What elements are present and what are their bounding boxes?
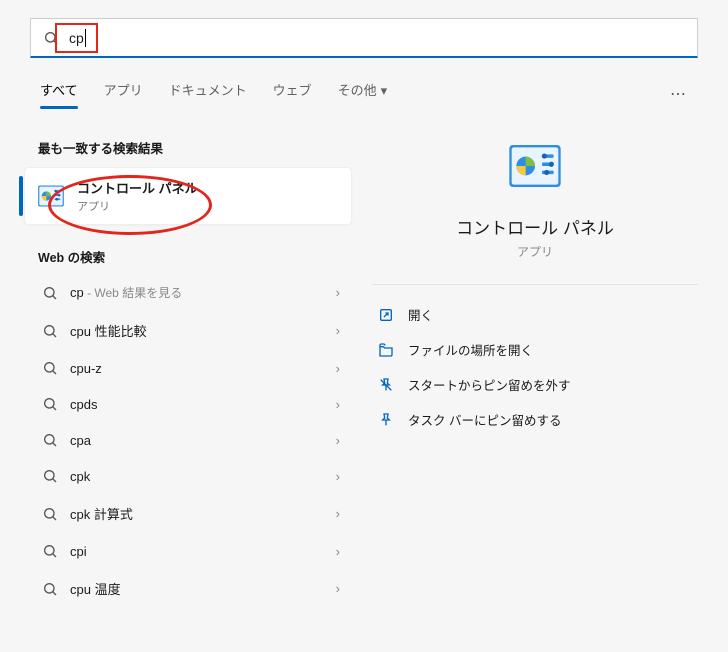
search-icon [42, 581, 58, 597]
chevron-down-icon: ▾ [381, 83, 388, 98]
control-panel-icon [507, 138, 563, 194]
folder-icon [378, 342, 394, 358]
best-match-subtitle: アプリ [77, 198, 198, 214]
chevron-right-icon: › [336, 397, 340, 412]
more-options-button[interactable]: ⋯ [670, 84, 690, 104]
search-icon [42, 285, 58, 301]
search-icon [42, 396, 58, 412]
best-match-item[interactable]: コントロール パネル アプリ [24, 167, 352, 225]
best-match-title: コントロール パネル [77, 178, 198, 197]
suggestion-text: cp - Web 結果を見る [70, 284, 324, 301]
action-open[interactable]: 開く [372, 297, 698, 332]
filter-tabs: すべて アプリ ドキュメント ウェブ その他▾ ⋯ [0, 68, 728, 112]
chevron-right-icon: › [336, 285, 340, 300]
action-open-file-location[interactable]: ファイルの場所を開く [372, 332, 698, 367]
best-match-header: 最も一致する検索結果 [30, 130, 352, 167]
web-suggestions-list: cp - Web 結果を見る › cpu 性能比較 › cpu-z › cpds… [30, 274, 352, 608]
preview-subtitle: アプリ [372, 243, 698, 260]
tab-apps[interactable]: アプリ [102, 76, 145, 111]
pin-icon [378, 412, 394, 428]
suggestion-text: cpa [70, 433, 324, 448]
search-icon [42, 468, 58, 484]
chevron-right-icon: › [336, 581, 340, 596]
action-open-location-label: ファイルの場所を開く [408, 340, 533, 359]
chevron-right-icon: › [336, 361, 340, 376]
tab-all[interactable]: すべて [38, 76, 80, 111]
open-icon [378, 307, 394, 323]
search-icon [42, 543, 58, 559]
annotation-red-box [55, 23, 98, 53]
suggestion-text: cpk 計算式 [70, 504, 324, 523]
preview-icon [501, 132, 569, 200]
suggestion-text: cpu 性能比較 [70, 321, 324, 340]
action-unpin-start-label: スタートからピン留めを外す [408, 375, 571, 394]
search-icon [42, 432, 58, 448]
chevron-right-icon: › [336, 469, 340, 484]
results-body: 最も一致する検索結果 コントロール パネル [0, 112, 728, 608]
suggestion-text: cpu-z [70, 361, 324, 376]
suggestion-text: cpk [70, 469, 324, 484]
results-left-column: 最も一致する検索結果 コントロール パネル [0, 130, 352, 608]
web-suggestion-2[interactable]: cpu-z › [30, 350, 352, 386]
chevron-right-icon: › [336, 323, 340, 338]
tab-web[interactable]: ウェブ [271, 76, 314, 111]
preview-content: コントロール パネル アプリ 開く ファイルの場所を開く スタートからピン留めを… [372, 130, 698, 437]
preview-title: コントロール パネル [372, 214, 698, 239]
tab-documents[interactable]: ドキュメント [167, 76, 249, 111]
search-input[interactable]: cp [30, 18, 698, 58]
web-suggestion-8[interactable]: cpu 温度 › [30, 569, 352, 608]
preview-pane: コントロール パネル アプリ 開く ファイルの場所を開く スタートからピン留めを… [352, 130, 728, 608]
selection-accent [19, 176, 23, 216]
web-search-header: Web の検索 [30, 233, 352, 274]
search-icon [42, 506, 58, 522]
action-pin-taskbar-label: タスク バーにピン留めする [408, 410, 561, 429]
chevron-right-icon: › [336, 506, 340, 521]
search-icon [42, 360, 58, 376]
suggestion-text: cpu 温度 [70, 579, 324, 598]
web-suggestion-0[interactable]: cp - Web 結果を見る › [30, 274, 352, 311]
search-bar-container: cp [0, 0, 728, 68]
divider [372, 284, 698, 285]
action-unpin-from-start[interactable]: スタートからピン留めを外す [372, 367, 698, 402]
chevron-right-icon: › [336, 433, 340, 448]
best-match-text: コントロール パネル アプリ [77, 178, 198, 214]
web-suggestion-6[interactable]: cpk 計算式 › [30, 494, 352, 533]
action-pin-to-taskbar[interactable]: タスク バーにピン留めする [372, 402, 698, 437]
unpin-icon [378, 377, 394, 393]
action-open-label: 開く [408, 305, 433, 324]
web-suggestion-3[interactable]: cpds › [30, 386, 352, 422]
search-window: cp すべて アプリ ドキュメント ウェブ その他▾ ⋯ 最も一致する検索結果 [0, 0, 728, 652]
suggestion-text: cpds [70, 397, 324, 412]
web-suggestion-7[interactable]: cpi › [30, 533, 352, 569]
chevron-right-icon: › [336, 544, 340, 559]
control-panel-icon [37, 182, 65, 210]
web-suggestion-5[interactable]: cpk › [30, 458, 352, 494]
suggestion-text: cpi [70, 544, 324, 559]
tab-other[interactable]: その他▾ [336, 76, 390, 111]
web-suggestion-4[interactable]: cpa › [30, 422, 352, 458]
search-icon [42, 323, 58, 339]
web-suggestion-1[interactable]: cpu 性能比較 › [30, 311, 352, 350]
